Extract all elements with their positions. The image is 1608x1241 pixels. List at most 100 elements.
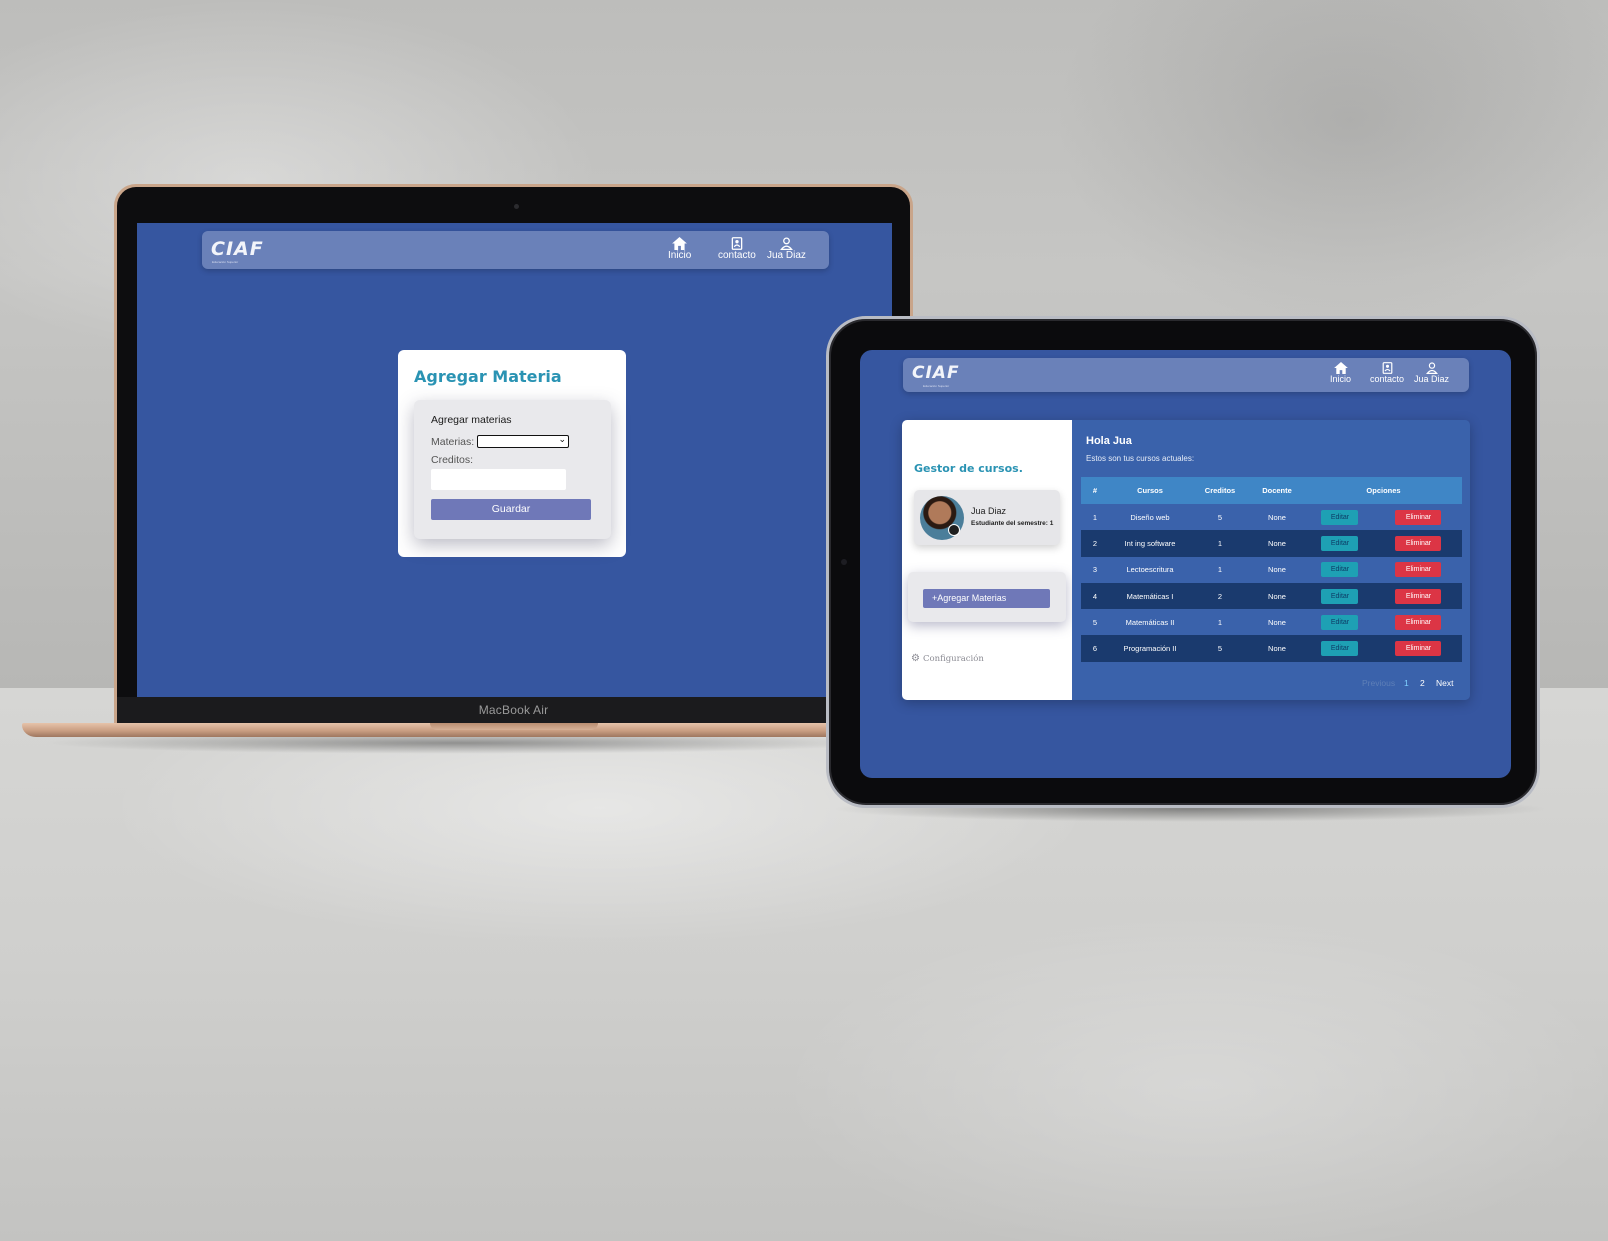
materias-select[interactable]: ⌄ [477,434,569,448]
user-icon [779,237,793,250]
sidebar: Gestor de cursos. Jua Diaz Estudiante de… [902,420,1072,700]
laptop-camera [514,204,519,209]
row-creditos: 1 [1191,530,1249,557]
laptop-navbar: CIAF Educación Superior Inicio contacto [202,231,829,269]
column-header: Opciones [1305,477,1462,504]
row-creditos: 1 [1191,556,1249,583]
contact-book-icon [731,237,743,250]
nav-contacto-label: contacto [1370,374,1405,384]
table-row: 4 Matemáticas I 2 None Editar Eliminar [1081,582,1462,610]
contact-book-icon [1382,362,1392,374]
nav-inicio-label: Inicio [1330,374,1352,384]
row-docente: None [1249,609,1305,636]
course-manager-panel: Gestor de cursos. Jua Diaz Estudiante de… [902,420,1470,700]
add-materias-box: +Agregar Materias [908,572,1066,622]
gear-icon: ⚙ [911,653,920,664]
nav-user[interactable]: Jua Diaz [767,237,806,261]
profile-subtitle: Estudiante del semestre: 1 [971,520,1054,527]
pagination-page-2[interactable]: 2 [1420,678,1425,688]
table-header-row: # Cursos Creditos Docente Opciones [1081,477,1462,504]
nav-inicio[interactable]: Inicio [668,237,691,261]
profile-card: Jua Diaz Estudiante del semestre: 1 [914,490,1060,545]
home-icon [672,237,688,250]
guardar-button[interactable]: Guardar [431,499,591,520]
row-docente: None [1249,582,1305,610]
nav-contacto[interactable]: contacto [1370,362,1404,384]
edit-button[interactable]: Editar [1321,614,1359,630]
delete-button[interactable]: Eliminar [1395,535,1442,551]
row-number: 1 [1081,504,1109,531]
ciaf-logo[interactable]: CIAF [211,238,264,260]
settings-link[interactable]: ⚙ Configuración [911,653,984,664]
row-curso: Matemáticas II [1109,609,1191,636]
row-creditos: 1 [1191,609,1249,636]
row-creditos: 2 [1191,582,1249,610]
camera-icon[interactable] [948,524,960,536]
nav-user[interactable]: Jua Diaz [1414,362,1449,384]
tablet-camera [841,559,847,565]
materias-label: Materias: [431,436,475,448]
greeting: Hola Jua [1086,435,1132,447]
row-curso: Matemáticas I [1109,582,1191,610]
courses-table: # Cursos Creditos Docente Opciones 1 Dis… [1081,477,1462,662]
card-title: Agregar Materia [414,367,562,386]
delete-button[interactable]: Eliminar [1395,562,1442,578]
creditos-input[interactable] [431,469,566,490]
pagination-previous[interactable]: Previous [1362,678,1395,688]
agregar-materia-form: Agregar materias Materias: ⌄ Creditos: G… [414,400,611,539]
laptop-brand-label: MacBook Air [478,703,549,717]
nav-contacto[interactable]: contacto [718,237,756,261]
nav-user-label: Jua Diaz [1414,374,1450,384]
row-curso: Lectoescritura [1109,556,1191,583]
user-icon [1425,362,1438,374]
row-curso: Int ing software [1109,530,1191,557]
row-number: 5 [1081,609,1109,636]
nav-contacto-label: contacto [718,250,756,261]
tablet: CIAF Educación Superior Inicio contacto [826,316,1540,808]
row-number: 4 [1081,582,1109,610]
pagination-next[interactable]: Next [1436,678,1453,688]
laptop-hinge-notch [430,723,598,730]
edit-button[interactable]: Editar [1321,588,1359,604]
edit-button[interactable]: Editar [1321,509,1359,525]
table-row: 6 Programación II 5 None Editar Eliminar [1081,635,1462,662]
row-creditos: 5 [1191,504,1249,531]
column-header: Docente [1249,477,1305,504]
row-number: 3 [1081,556,1109,583]
row-docente: None [1249,635,1305,662]
chevron-down-icon: ⌄ [558,434,566,444]
delete-button[interactable]: Eliminar [1395,641,1442,657]
logo-subtitle: Educación Superior [212,260,239,264]
column-header: Creditos [1191,477,1249,504]
table-row: 1 Diseño web 5 None Editar Eliminar [1081,504,1462,531]
laptop-screen: CIAF Educación Superior Inicio contacto [137,223,892,697]
sidebar-title: Gestor de cursos. [914,462,1023,475]
delete-button[interactable]: Eliminar [1395,614,1442,630]
column-header: # [1081,477,1109,504]
delete-button[interactable]: Eliminar [1395,509,1442,525]
row-docente: None [1249,504,1305,531]
pagination-page-1[interactable]: 1 [1404,678,1409,688]
laptop-chin: MacBook Air [117,697,910,724]
edit-button[interactable]: Editar [1321,562,1359,578]
creditos-label: Creditos: [431,454,474,466]
ciaf-logo[interactable]: CIAF [912,363,960,383]
nav-user-label: Jua Diaz [767,250,806,261]
profile-name: Jua Diaz [971,506,1007,516]
form-heading: Agregar materias [431,414,512,426]
laptop: CIAF Educación Superior Inicio contacto [114,184,913,724]
row-curso: Programación II [1109,635,1191,662]
agregar-materia-card: Agregar Materia Agregar materias Materia… [398,350,626,557]
logo-subtitle: Educación Superior [923,384,950,388]
column-header: Cursos [1109,477,1191,504]
settings-label: Configuración [922,654,984,664]
nav-inicio[interactable]: Inicio [1330,362,1351,384]
edit-button[interactable]: Editar [1321,641,1359,657]
agregar-materias-button[interactable]: +Agregar Materias [923,589,1050,608]
tablet-screen: CIAF Educación Superior Inicio contacto [860,350,1511,778]
delete-button[interactable]: Eliminar [1395,588,1442,604]
row-number: 6 [1081,635,1109,662]
nav-inicio-label: Inicio [668,250,692,261]
row-curso: Diseño web [1109,504,1191,531]
edit-button[interactable]: Editar [1321,535,1359,551]
